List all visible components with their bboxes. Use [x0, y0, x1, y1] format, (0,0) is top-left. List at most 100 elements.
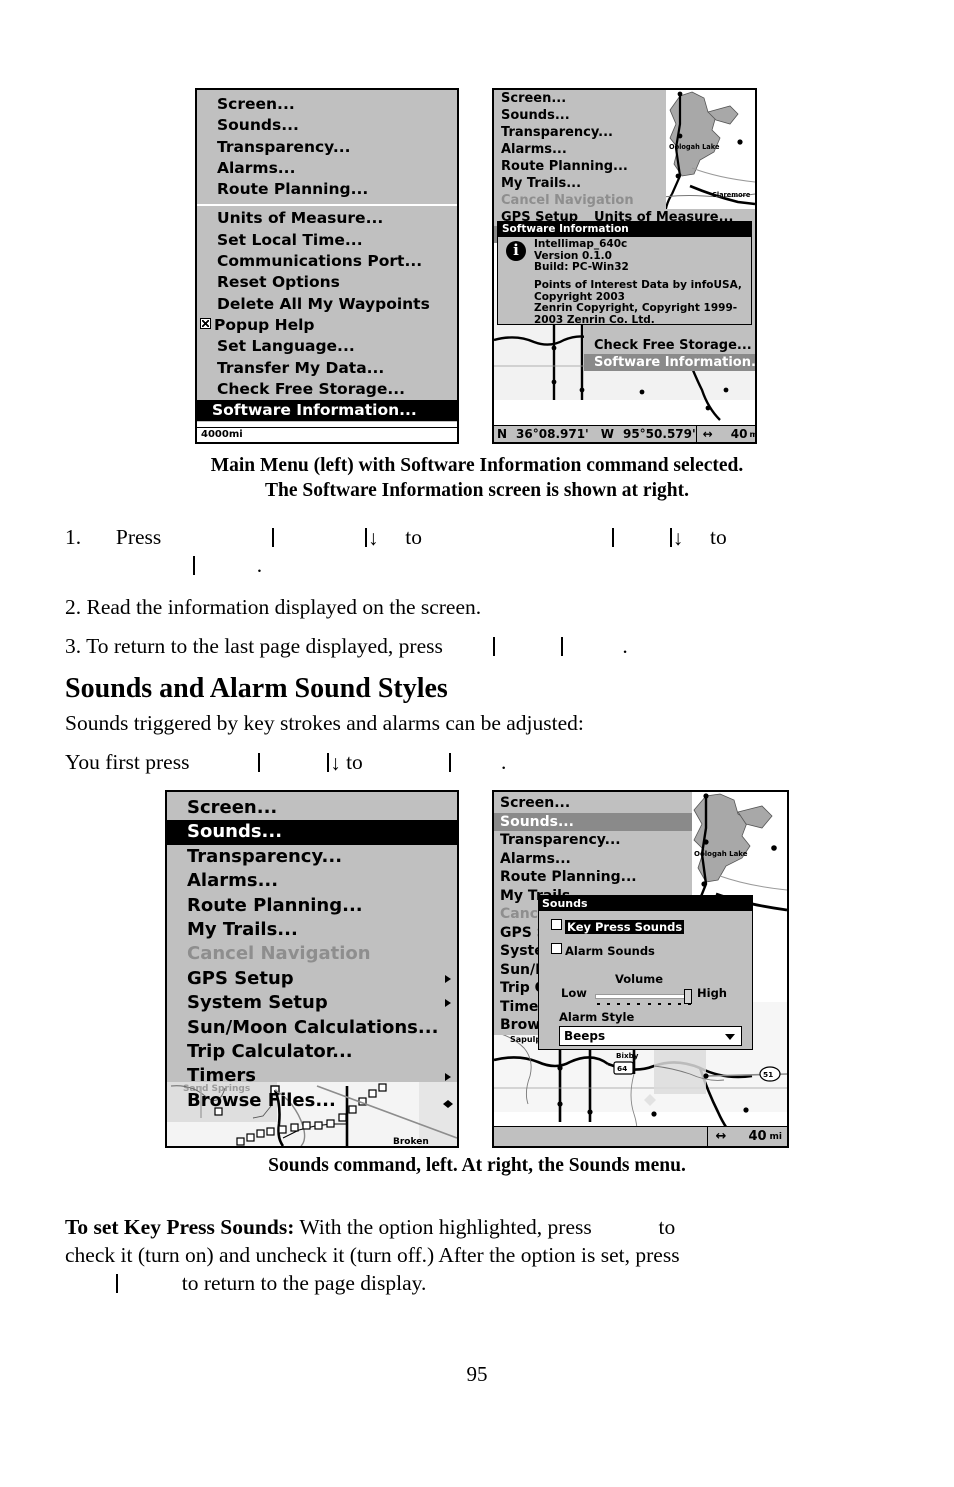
- key-press-sounds-row[interactable]: Key Press Sounds: [551, 919, 752, 934]
- menu-item-alarms[interactable]: Alarms...: [494, 850, 692, 869]
- closing-paragraph-line2: check it (turn on) and uncheck it (turn …: [65, 1243, 680, 1267]
- key-separator-bar: [493, 637, 496, 656]
- menu-item-sun-moon-calculations[interactable]: Sun/Moon Calculations...: [167, 1016, 457, 1040]
- submenu-item-check-free-storage[interactable]: Check Free Storage...: [584, 337, 755, 354]
- menu-item-route-planning[interactable]: Route Planning...: [167, 894, 457, 918]
- press-lead: You first press: [65, 750, 190, 774]
- menu-item-transparency[interactable]: Transparency...: [494, 124, 666, 141]
- menu-item-label: Communications Port...: [217, 252, 423, 271]
- menu-item-route-planning[interactable]: Route Planning...: [197, 179, 457, 200]
- range-value: 40: [748, 1129, 767, 1144]
- volume-slider-track[interactable]: [595, 994, 691, 999]
- menu-item-units-of-measure[interactable]: Units of Measure...: [197, 208, 457, 229]
- menu-item-timers[interactable]: Timers: [167, 1064, 457, 1088]
- key-separator-bar: [327, 753, 330, 772]
- key-separator-bar: [560, 637, 563, 656]
- menu-item-label: Alarms...: [217, 158, 296, 177]
- alarm-sounds-row[interactable]: Alarm Sounds: [551, 943, 752, 958]
- step-1: 1. Press ↓ to ↓ to: [65, 523, 895, 552]
- svg-text:Bixby: Bixby: [616, 1051, 639, 1060]
- menu-item-label: Transparency...: [187, 845, 343, 867]
- figure2-right-screenshot: Oologah Lake 51 Sapulpa Bixby 64 Screen.…: [492, 790, 789, 1148]
- svg-text:51: 51: [763, 1070, 773, 1079]
- menu-item-sounds[interactable]: Sounds...: [167, 820, 457, 845]
- figure1-left-screenshot: Screen... Sounds... Transparency... Alar…: [195, 88, 459, 444]
- menu-item-my-trails[interactable]: My Trails...: [494, 175, 666, 192]
- manual-page: Screen... Sounds... Transparency... Alar…: [0, 0, 954, 1487]
- volume-control[interactable]: Volume Low High: [539, 972, 752, 1008]
- sounds-dialog: Sounds Key Press Sounds Alarm Sounds Vol…: [538, 895, 753, 1050]
- menu-item-label: Sun/Moon Calculations...: [187, 1016, 439, 1038]
- menu-item-screen[interactable]: Screen...: [197, 94, 457, 115]
- menu-item-trip-calculator[interactable]: Trip Calculator...: [167, 1040, 457, 1064]
- menu-item-transparency[interactable]: Transparency...: [197, 137, 457, 158]
- step-1-text-d: .: [256, 553, 263, 577]
- menu-item-alarms[interactable]: Alarms...: [494, 141, 666, 158]
- menu-item-route-planning[interactable]: Route Planning...: [494, 158, 666, 175]
- menu-item-transparency[interactable]: Transparency...: [167, 845, 457, 869]
- press-instruction: You first press ↓ to .: [65, 748, 895, 777]
- volume-low-label: Low: [561, 986, 587, 1000]
- popup-help-checkbox[interactable]: [200, 317, 211, 329]
- section-intro: Sounds triggered by key strokes and alar…: [65, 711, 584, 735]
- menu-item-screen[interactable]: Screen...: [167, 796, 457, 820]
- menu-item-alarms[interactable]: Alarms...: [167, 869, 457, 893]
- alarm-sounds-checkbox[interactable]: [551, 943, 562, 954]
- menu-item-route-planning[interactable]: Route Planning...: [494, 868, 692, 887]
- menu-item-gps-setup[interactable]: GPS Setup: [167, 967, 457, 991]
- menu-item-screen[interactable]: Screen...: [494, 90, 666, 107]
- key-press-sounds-checkbox[interactable]: [551, 919, 562, 930]
- longitude-value: 95°50.579': [622, 427, 696, 441]
- key-separator-bar: [365, 528, 368, 547]
- menu-item-label: Sounds...: [187, 821, 283, 843]
- volume-slider-thumb[interactable]: [684, 989, 692, 1004]
- menu-item-label: Software Information...: [212, 401, 417, 420]
- chevron-right-icon: [445, 975, 451, 984]
- key-separator-bar: [193, 556, 195, 575]
- longitude-hemisphere: W: [600, 427, 614, 441]
- menu-item-sounds[interactable]: Sounds...: [197, 115, 457, 136]
- menu-item-communications-port[interactable]: Communications Port...: [197, 251, 457, 272]
- menu-item-reset-options[interactable]: Reset Options: [197, 272, 457, 293]
- menu-item-label: Route Planning...: [500, 869, 637, 885]
- menu-item-screen[interactable]: Screen...: [494, 794, 692, 813]
- menu-item-software-information[interactable]: Software Information...: [197, 400, 457, 422]
- step-2: 2. Read the information displayed on the…: [65, 595, 482, 619]
- menu-item-alarms[interactable]: Alarms...: [197, 158, 457, 179]
- menu-item-popup-help[interactable]: Popup Help: [197, 315, 457, 336]
- menu-item-sounds[interactable]: Sounds...: [494, 812, 692, 831]
- latitude-value: 36°08.971': [516, 427, 589, 441]
- menu-item-system-setup[interactable]: System Setup: [167, 991, 457, 1015]
- menu-item-label: Transparency...: [500, 832, 621, 848]
- menu-item-label: Screen...: [501, 91, 567, 106]
- step-1-text-a: Press: [115, 525, 162, 549]
- menu-item-set-local-time[interactable]: Set Local Time...: [197, 230, 457, 251]
- menu-item-label: Trip Calculator...: [187, 1041, 353, 1063]
- menu-item-label: My Trails...: [187, 919, 298, 941]
- key-press-sounds-label: Key Press Sounds: [565, 920, 685, 934]
- menu-item-label: Units of Measure...: [217, 209, 384, 228]
- submenu-item-software-information[interactable]: Software Information...: [584, 354, 755, 371]
- info-icon: i: [506, 241, 526, 261]
- chevron-down-icon[interactable]: [725, 1034, 735, 1040]
- menu-item-my-trails[interactable]: My Trails...: [167, 918, 457, 942]
- menu-item-label: Set Language...: [217, 337, 355, 356]
- menu-item-set-language[interactable]: Set Language...: [197, 336, 457, 357]
- menu-item-sounds[interactable]: Sounds...: [494, 107, 666, 124]
- menu-item-browse-files[interactable]: Browse Files...: [167, 1089, 457, 1113]
- closing-paragraph-line1: To set Key Press Sounds: With the option…: [65, 1213, 905, 1241]
- alarm-style-select[interactable]: Beeps: [559, 1026, 742, 1046]
- menu-item-cancel-navigation: Cancel Navigation: [167, 942, 457, 966]
- closing-bold-lead: To set Key Press Sounds:: [65, 1215, 295, 1239]
- menu-item-transparency[interactable]: Transparency...: [494, 831, 692, 850]
- menu-item-check-free-storage[interactable]: Check Free Storage...: [197, 379, 457, 400]
- press-end: .: [500, 750, 507, 774]
- menu-item-delete-all-my-waypoints[interactable]: Delete All My Waypoints: [197, 294, 457, 315]
- menu-item-transfer-my-data[interactable]: Transfer My Data...: [197, 358, 457, 379]
- menu-item-label: Alarms...: [187, 870, 279, 892]
- figure1-caption-line2: The Software Information screen is shown…: [265, 480, 689, 501]
- menu-item-label: Cancel Navigation: [187, 943, 371, 965]
- latitude-hemisphere: N: [497, 427, 508, 441]
- volume-label: Volume: [615, 972, 664, 986]
- range-units: mi: [749, 429, 757, 439]
